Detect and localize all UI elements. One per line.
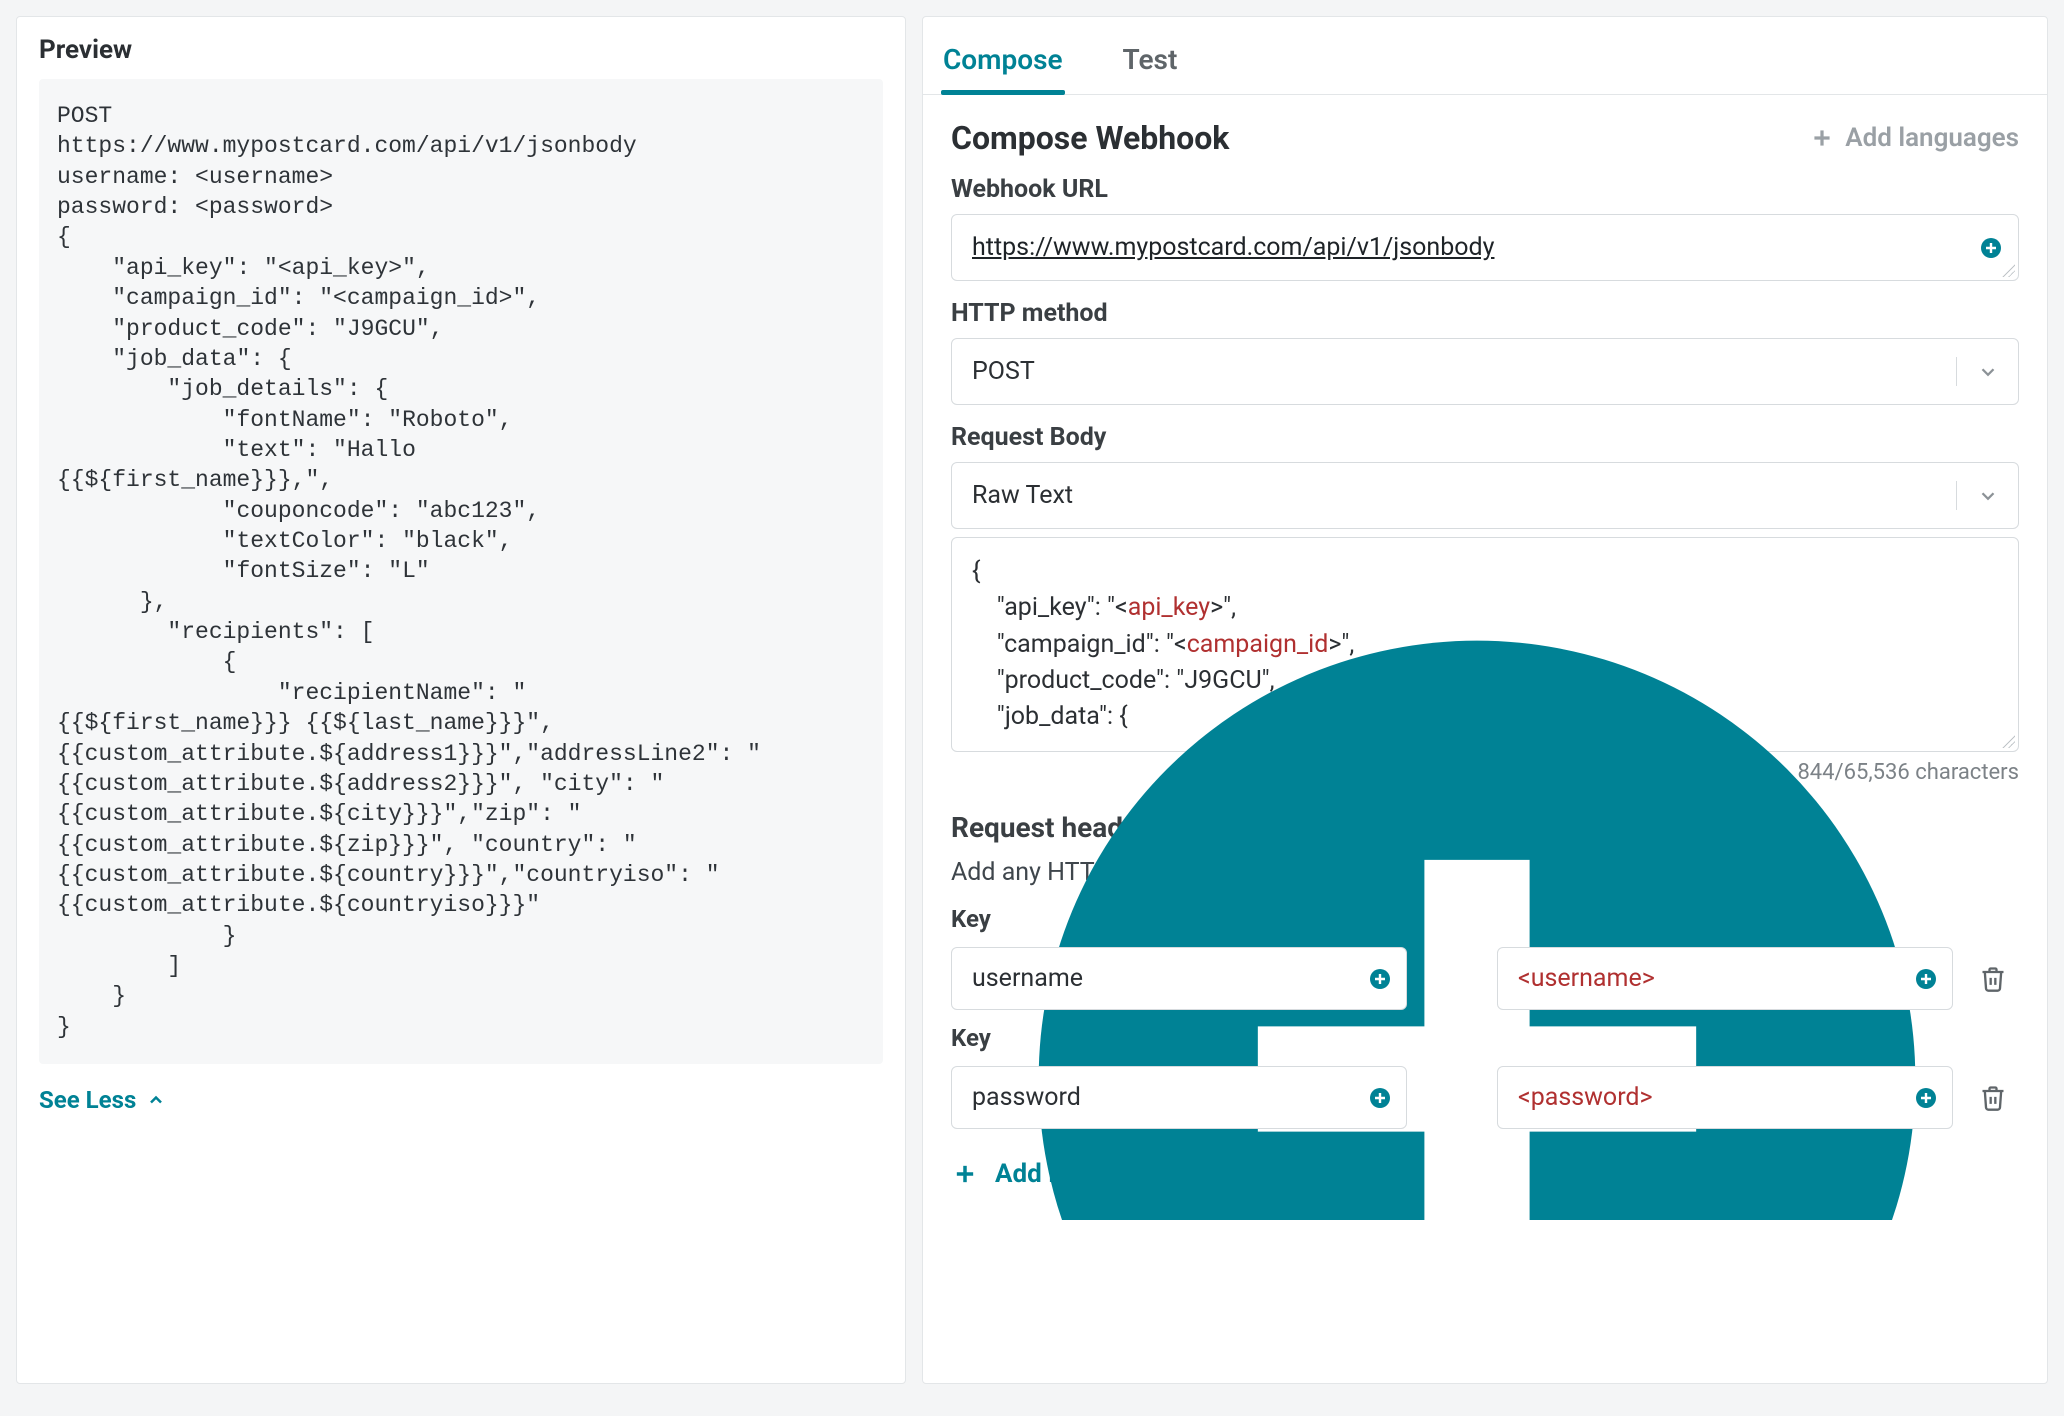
- header-value-input[interactable]: <username>: [1497, 947, 1953, 1010]
- see-less-label: See Less: [39, 1086, 136, 1114]
- tab-bar: Compose Test: [923, 17, 2047, 95]
- preview-panel: Preview POST https://www.mypostcard.com/…: [16, 16, 906, 1384]
- http-method-value: POST: [972, 357, 1055, 386]
- plus-circle-icon[interactable]: [1914, 967, 1938, 991]
- resize-handle-icon[interactable]: [2001, 263, 2015, 277]
- preview-code: POST https://www.mypostcard.com/api/v1/j…: [39, 79, 883, 1064]
- add-languages-label: Add languages: [1845, 123, 2019, 153]
- request-body-type-select[interactable]: Raw Text: [951, 462, 2019, 529]
- http-method-label: HTTP method: [951, 299, 2019, 328]
- request-body-type-value: Raw Text: [972, 481, 1093, 510]
- compose-heading: Compose Webhook: [951, 119, 1229, 157]
- chevron-down-icon: [1956, 481, 2018, 510]
- compose-panel: Compose Test Compose Webhook Add languag…: [922, 16, 2048, 1384]
- tab-test[interactable]: Test: [1121, 27, 1180, 94]
- preview-title: Preview: [17, 17, 905, 79]
- plus-icon: [1809, 125, 1835, 151]
- tab-compose[interactable]: Compose: [941, 27, 1065, 94]
- plus-circle-icon[interactable]: [1368, 967, 1392, 991]
- resize-handle-icon[interactable]: [2001, 734, 2015, 748]
- header-key-input[interactable]: password: [951, 1066, 1407, 1129]
- header-key-input[interactable]: username: [951, 947, 1407, 1010]
- header-value-input[interactable]: <password>: [1497, 1066, 1953, 1129]
- plus-circle-icon[interactable]: [1914, 1086, 1938, 1110]
- webhook-url-input[interactable]: https://www.mypostcard.com/api/v1/jsonbo…: [951, 214, 2019, 281]
- webhook-url-label: Webhook URL: [951, 175, 2019, 204]
- plus-circle-icon[interactable]: [1979, 236, 2003, 260]
- http-method-select[interactable]: POST: [951, 338, 2019, 405]
- chevron-up-icon: [146, 1090, 166, 1110]
- chevron-down-icon: [1956, 357, 2018, 386]
- plus-circle-icon[interactable]: [1368, 1086, 1392, 1110]
- request-body-label: Request Body: [951, 423, 2019, 452]
- add-languages-button[interactable]: Add languages: [1809, 123, 2019, 153]
- see-less-button[interactable]: See Less: [39, 1086, 905, 1114]
